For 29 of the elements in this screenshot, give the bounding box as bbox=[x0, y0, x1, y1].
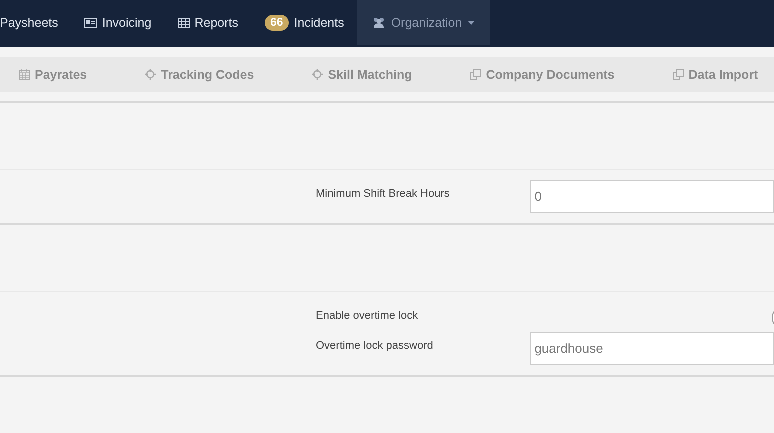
nav-item[interactable]: Reports bbox=[164, 0, 252, 45]
input-field[interactable]: 0 bbox=[530, 180, 774, 213]
table-icon bbox=[178, 18, 190, 28]
nav-item[interactable]: Paysheets bbox=[0, 0, 72, 45]
nav-item[interactable]: 66 Incidents bbox=[252, 0, 358, 45]
field-label: Overtime lock password bbox=[316, 339, 434, 352]
crosshair-icon bbox=[312, 69, 324, 80]
nav-item[interactable]: Invoicing bbox=[71, 0, 165, 45]
subnav-item[interactable]: Company Documents bbox=[470, 68, 615, 82]
users-icon bbox=[372, 17, 386, 28]
input-field[interactable]: guardhouse bbox=[530, 332, 774, 365]
calendar-icon bbox=[19, 69, 30, 80]
subnav-item[interactable]: Payrates bbox=[19, 68, 88, 82]
nav-label: Organization bbox=[391, 16, 462, 30]
copy-icon bbox=[672, 69, 684, 80]
crosshair-icon bbox=[145, 69, 156, 80]
card-icon bbox=[84, 18, 98, 28]
count-badge: 66 bbox=[264, 14, 290, 30]
subnav-item[interactable]: Data Import bbox=[672, 68, 758, 82]
field-label: Minimum Shift Break Hours bbox=[316, 187, 451, 200]
nav-item[interactable]: Organization bbox=[357, 0, 490, 45]
copy-icon bbox=[470, 69, 482, 80]
nav-label: Incidents bbox=[294, 16, 344, 30]
field-label: Enable overtime lock bbox=[316, 309, 420, 322]
subnav-item[interactable]: Tracking Codes bbox=[145, 68, 254, 82]
nav-label: Invoicing bbox=[102, 16, 152, 30]
nav-label: Paysheets bbox=[0, 16, 58, 30]
subnav-item[interactable]: Skill Matching bbox=[312, 68, 412, 82]
nav-label: Reports bbox=[194, 16, 238, 30]
